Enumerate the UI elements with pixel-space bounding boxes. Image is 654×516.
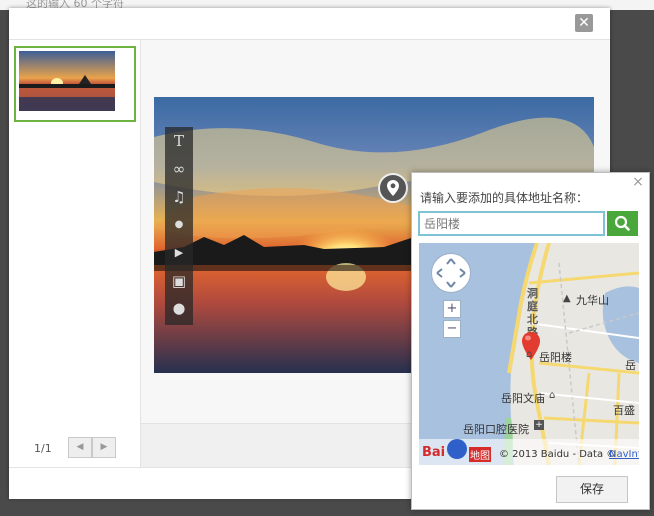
prev-page-button[interactable]: ◀ — [68, 437, 92, 458]
navinfo-link[interactable]: NavInfo — [609, 449, 639, 460]
baidu-logo: Bai — [422, 445, 446, 460]
map-label: 百盛 — [613, 404, 635, 417]
map-copyright: © 2013 Baidu - Data © — [499, 449, 617, 460]
page-indicator: 1/1 — [34, 442, 52, 455]
pan-arrows-icon — [436, 258, 466, 288]
map-label: 岳阳楼 — [539, 351, 572, 364]
landmark-icon: ⌂ — [549, 390, 556, 401]
link-icon[interactable]: ∞ — [165, 157, 193, 181]
popup-close-button[interactable]: × — [631, 174, 645, 190]
map-pan-control[interactable] — [431, 253, 471, 293]
image-icon[interactable]: ▣ — [165, 269, 193, 293]
hospital-icon: + — [534, 420, 544, 430]
location-popup: × 请输入要添加的具体地址名称： 岳阳楼 + − 洞 庭 北 ▲ 九华山 ⌂ 岳… — [411, 172, 650, 510]
baidu-map-logo: 地图 — [469, 447, 491, 462]
baidu-paw-icon — [447, 439, 467, 459]
save-button[interactable]: 保存 — [556, 476, 628, 503]
map-pin-icon — [387, 180, 399, 196]
music-icon[interactable]: ♫ — [165, 185, 193, 209]
landmark-icon: ⌂ — [526, 349, 533, 360]
baidu-map[interactable]: + − 洞 庭 北 路 ▲ 九华山 ⌂ 岳阳楼 岳 岳阳文庙 ⌂ 百盛 岳阳口腔… — [419, 243, 639, 465]
map-label: 岳阳文庙 — [501, 392, 545, 405]
map-label: 岳 — [625, 359, 636, 372]
mountain-icon: ▲ — [563, 293, 571, 304]
dialog-header: ✕ — [9, 8, 610, 40]
search-icon — [614, 215, 630, 231]
dialog-close-button[interactable]: ✕ — [575, 14, 593, 32]
search-button[interactable] — [607, 211, 638, 236]
zoom-out-button[interactable]: − — [443, 320, 461, 338]
video-icon[interactable]: ▶ — [165, 241, 193, 265]
text-icon[interactable]: T — [165, 129, 193, 153]
thumbnail-item[interactable] — [14, 46, 136, 122]
address-input[interactable] — [418, 211, 605, 236]
next-page-button[interactable]: ▶ — [92, 437, 116, 458]
map-label: 九华山 — [576, 294, 609, 307]
thumbnail-image — [19, 51, 115, 111]
user-icon[interactable]: ● — [165, 213, 193, 237]
location-pin-marker[interactable] — [378, 173, 408, 203]
zoom-in-button[interactable]: + — [443, 300, 461, 318]
insert-toolbar: T ∞ ♫ ● ▶ ▣ ⬤ — [165, 127, 193, 325]
address-prompt: 请输入要添加的具体地址名称： — [420, 191, 589, 205]
location-icon[interactable]: ⬤ — [165, 297, 193, 321]
thumbnail-pane: 1/1 ◀ ▶ — [9, 40, 141, 467]
map-label: 岳阳口腔医院 — [463, 423, 529, 436]
